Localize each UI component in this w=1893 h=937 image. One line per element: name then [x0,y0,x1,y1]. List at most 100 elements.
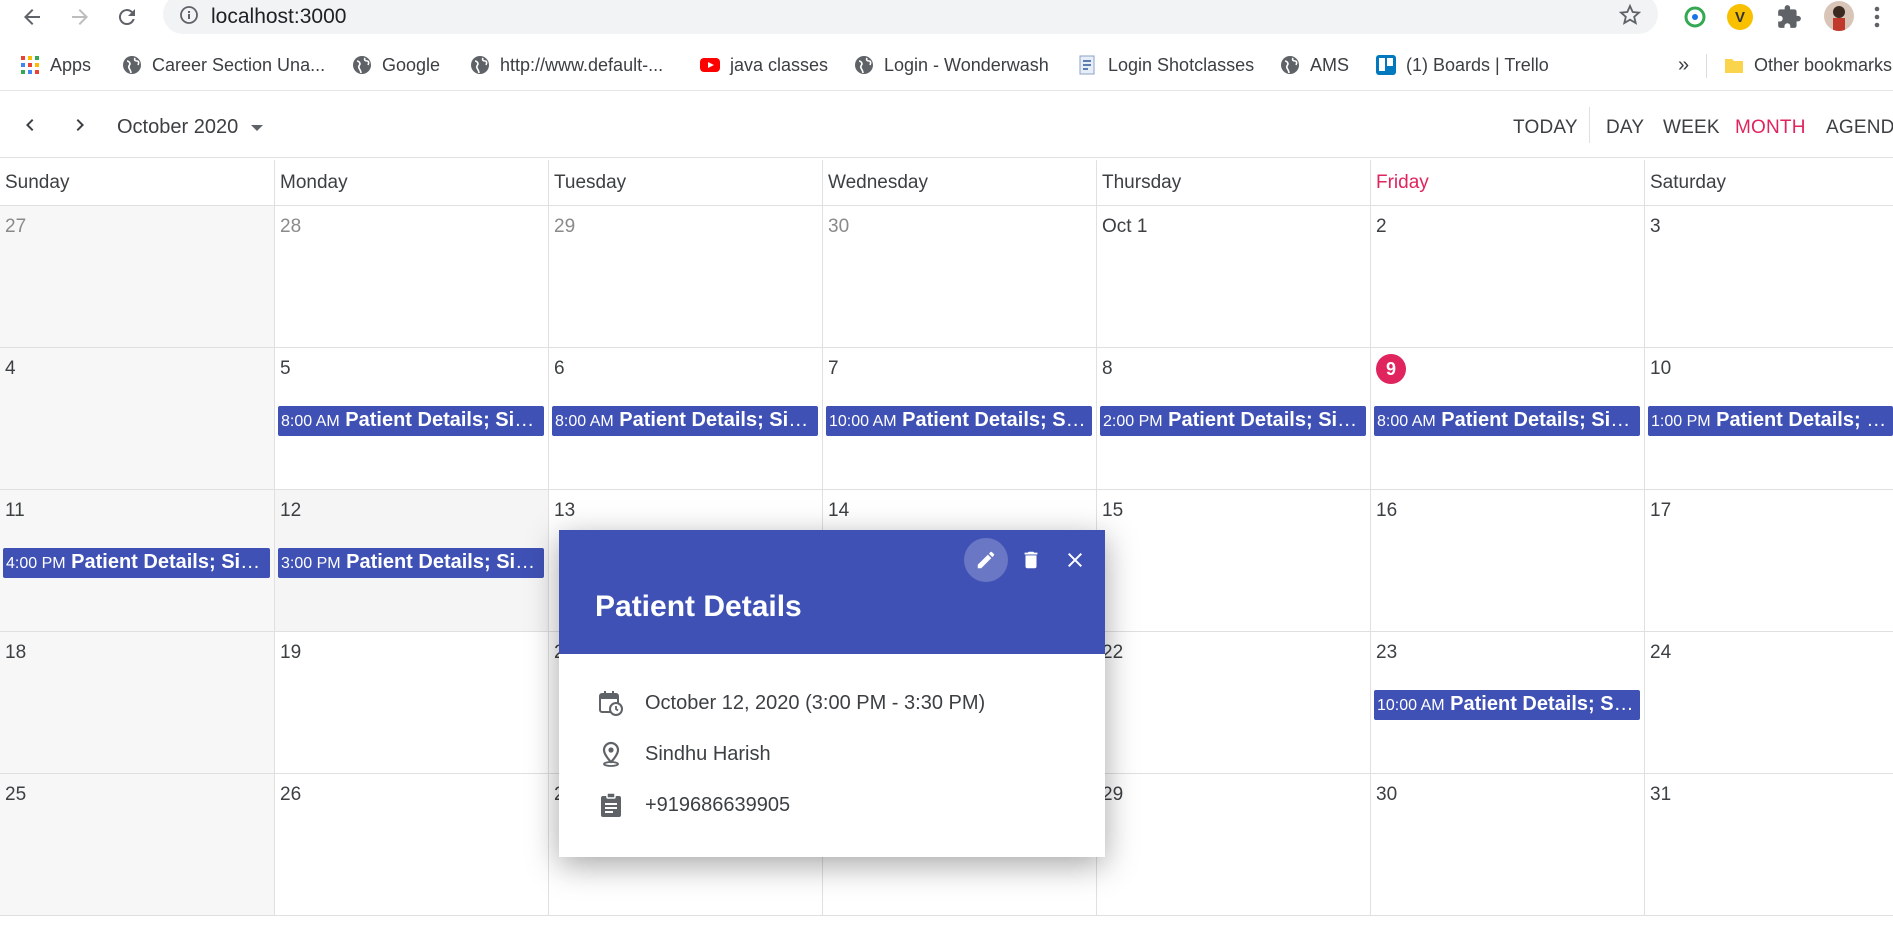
day-cell[interactable]: 29 [1097,774,1371,916]
date-number[interactable]: 24 [1650,642,1671,664]
popup-location: Sindhu Harish [645,742,771,765]
edit-button[interactable] [964,538,1008,582]
bookmark-shotclasses[interactable]: Login Shotclasses [1078,52,1254,78]
appointment-chip[interactable]: 10:00 AM Patient Details; Sindhu Harish [1374,690,1640,720]
bookmark-trello[interactable]: (1) Boards | Trello [1376,52,1549,78]
bookmarks-overflow-button[interactable]: » [1678,52,1689,78]
extensions-button[interactable] [1776,4,1802,35]
date-number[interactable]: 13 [554,500,575,522]
appointment-chip[interactable]: 10:00 AM Patient Details; Sindhu Harish [826,406,1092,436]
bookmark-java-classes[interactable]: java classes [700,52,828,78]
date-number[interactable]: 30 [1376,784,1397,806]
appointment-chip[interactable]: 2:00 PM Patient Details; Sindhu Harish [1100,406,1366,436]
bookmark-other[interactable]: Other bookmarks [1724,52,1892,78]
date-number[interactable]: 17 [1650,500,1671,522]
date-number[interactable]: 4 [5,358,16,380]
appointment-chip[interactable]: 8:00 AM Patient Details; Sindhu Harish [552,406,818,436]
date-number[interactable]: 22 [1102,642,1123,664]
month-picker[interactable]: October 2020 [117,116,264,139]
view-day-button[interactable]: DAY [1606,117,1644,139]
v-extension-icon[interactable]: V [1727,4,1753,30]
day-cell[interactable]: 2 [1371,206,1645,348]
back-button[interactable] [15,0,49,34]
chevron-right-icon [76,119,84,131]
date-number[interactable]: 2 [1376,216,1387,238]
date-number[interactable]: 18 [5,642,26,664]
date-number[interactable]: 5 [280,358,291,380]
date-number[interactable]: 31 [1650,784,1671,806]
info-icon[interactable] [179,5,199,25]
date-number[interactable]: 28 [280,216,301,238]
bookmark-career-section[interactable]: Career Section Una... [122,52,325,78]
day-cell[interactable]: 30 [1371,774,1645,916]
date-number[interactable]: 30 [828,216,849,238]
day-cell[interactable]: 4 [0,348,275,490]
date-number[interactable]: 29 [554,216,575,238]
date-number[interactable]: Oct 1 [1102,216,1147,238]
date-number[interactable]: 26 [280,784,301,806]
appointment-chip[interactable]: 1:00 PM Patient Details; Sindhu Harish [1648,406,1893,436]
appointment-time: 10:00 AM [1377,697,1445,714]
day-cell[interactable]: 22 [1097,632,1371,774]
day-cell[interactable]: 28 [275,206,549,348]
date-number[interactable]: 27 [5,216,26,238]
bookmark-wonderwash[interactable]: Login - Wonderwash [854,52,1049,78]
day-cell[interactable]: 30 [823,206,1097,348]
date-number[interactable]: 3 [1650,216,1661,238]
forward-button[interactable] [63,0,97,34]
day-cell[interactable]: 29 [549,206,823,348]
day-cell[interactable]: Oct 1 [1097,206,1371,348]
date-number[interactable]: 11 [5,500,25,522]
date-number[interactable]: 25 [5,784,26,806]
appointment-chip[interactable]: 8:00 AM Patient Details; Sindhu Harish [1374,406,1640,436]
reload-button[interactable] [110,0,144,34]
profile-avatar[interactable] [1824,1,1854,31]
date-number[interactable]: 12 [280,500,301,522]
appointment-chip[interactable]: 4:00 PM Patient Details; Sindhu Harish [3,548,270,578]
date-number[interactable]: 29 [1102,784,1123,806]
prev-month-button[interactable] [18,113,42,142]
view-week-button[interactable]: WEEK [1663,117,1720,139]
date-number[interactable]: 14 [828,500,849,522]
extension-icon-1[interactable] [1682,4,1708,30]
view-agenda-button[interactable]: AGENDA [1826,117,1893,139]
date-number[interactable]: 23 [1376,642,1397,664]
close-button[interactable] [1053,538,1097,582]
date-number[interactable]: 7 [828,358,839,380]
appointment-time: 1:00 PM [1651,413,1711,430]
day-cell[interactable]: 31 [1645,774,1893,916]
today-date-badge[interactable]: 9 [1376,354,1406,384]
day-cell[interactable]: 26 [275,774,549,916]
view-month-button[interactable]: MONTH [1735,117,1806,139]
address-bar[interactable]: localhost:3000 [163,0,1658,34]
bookmark-label: Other bookmarks [1754,54,1893,75]
bookmark-star-icon[interactable] [1618,3,1642,27]
date-number[interactable]: 8 [1102,358,1113,380]
date-number[interactable]: 19 [280,642,301,664]
appointment-subject: Patient Details; Sindhu Harish [346,551,544,573]
bookmark-default[interactable]: http://www.default-... [470,52,663,78]
date-number[interactable]: 15 [1102,500,1123,522]
appointment-subject: Patient Details; Sindhu Harish [1441,409,1640,431]
browser-menu-button[interactable] [1872,4,1882,35]
day-cell[interactable]: 25 [0,774,275,916]
delete-button[interactable] [1009,538,1053,582]
bookmark-apps[interactable]: Apps [20,52,91,78]
appointment-chip[interactable]: 8:00 AM Patient Details; Sindhu Harish [278,406,544,436]
next-month-button[interactable] [68,113,92,142]
day-cell[interactable]: 24 [1645,632,1893,774]
day-cell[interactable]: 18 [0,632,275,774]
date-number[interactable]: 10 [1650,358,1671,380]
today-button[interactable]: TODAY [1513,117,1578,139]
day-cell[interactable]: 15 [1097,490,1371,632]
day-cell[interactable]: 3 [1645,206,1893,348]
date-number[interactable]: 6 [554,358,565,380]
bookmark-google[interactable]: Google [352,52,440,78]
day-cell[interactable]: 27 [0,206,275,348]
day-cell[interactable]: 19 [275,632,549,774]
appointment-chip[interactable]: 3:00 PM Patient Details; Sindhu Harish [278,548,544,578]
bookmark-ams[interactable]: AMS [1280,52,1349,78]
day-cell[interactable]: 16 [1371,490,1645,632]
date-number[interactable]: 16 [1376,500,1397,522]
day-cell[interactable]: 17 [1645,490,1893,632]
